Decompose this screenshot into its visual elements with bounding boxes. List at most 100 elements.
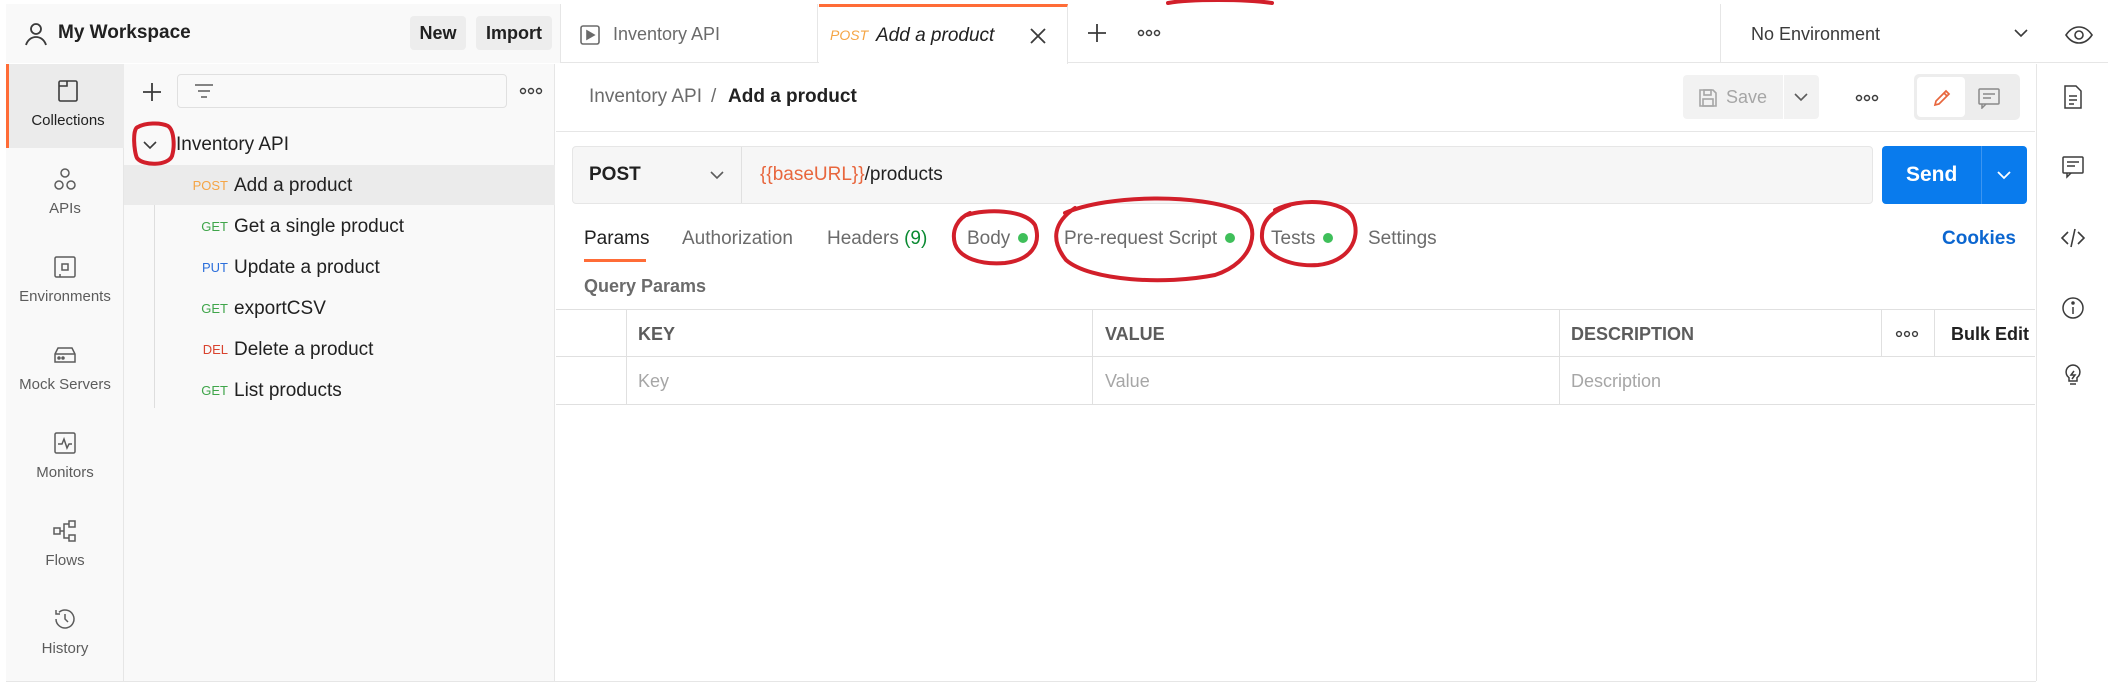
more-options-icon[interactable] <box>1854 88 1880 108</box>
tab-tests-label: Tests <box>1271 228 1316 249</box>
column-divider <box>626 310 627 405</box>
status-dot <box>1225 233 1236 243</box>
tab-inventory-api[interactable]: Inventory API <box>562 4 818 62</box>
request-item[interactable]: GET Get a single product <box>124 206 555 246</box>
key-input[interactable]: Key <box>638 371 669 392</box>
tab-authorization[interactable]: Authorization <box>682 228 793 250</box>
code-icon[interactable] <box>2060 225 2086 251</box>
value-input[interactable]: Value <box>1105 371 1150 392</box>
divider <box>1783 75 1784 119</box>
request-method: PUT <box>202 260 228 275</box>
info-icon[interactable] <box>2060 295 2086 321</box>
chevron-down-icon[interactable] <box>141 137 159 153</box>
user-icon <box>25 23 47 46</box>
tab-params[interactable]: Params <box>584 228 649 250</box>
view-mode-toggle <box>1914 74 2020 120</box>
divider <box>1981 146 1982 204</box>
more-options-icon[interactable] <box>1895 325 1919 343</box>
request-item[interactable]: DEL Delete a product <box>124 329 555 369</box>
request-method: GET <box>201 301 228 316</box>
tab-body[interactable]: Body <box>967 228 1029 250</box>
import-button[interactable]: Import <box>476 16 552 50</box>
column-header-key: KEY <box>638 324 676 344</box>
description-input[interactable]: Description <box>1571 371 1661 392</box>
window-bottom-border <box>6 681 2036 682</box>
tab-tests[interactable]: Tests <box>1271 228 1334 250</box>
comment-icon[interactable] <box>1976 87 2002 109</box>
method-select[interactable]: POST <box>573 147 742 203</box>
chevron-down-icon[interactable] <box>1996 168 2012 182</box>
documentation-icon[interactable] <box>2060 84 2086 110</box>
collection-search-input[interactable] <box>177 74 507 108</box>
rail-item-environments[interactable]: Environments <box>6 240 124 324</box>
collection-row[interactable]: Inventory API <box>124 125 555 165</box>
rail-item-collections[interactable]: Collections <box>6 64 124 148</box>
table-row: Key Value Description <box>556 357 2035 405</box>
workspace-name[interactable]: My Workspace <box>58 22 191 44</box>
breadcrumb-current[interactable]: Add a product <box>728 86 857 108</box>
more-options-icon[interactable] <box>519 81 543 101</box>
send-button[interactable]: Send <box>1882 146 2027 204</box>
url-input[interactable]: {{baseURL}}/products <box>760 164 943 186</box>
lightbulb-icon[interactable] <box>2060 362 2086 388</box>
method-label: POST <box>589 164 641 185</box>
tab-prerequest-label: Pre-request Script <box>1064 228 1218 249</box>
mock-servers-icon <box>54 347 76 363</box>
environments-icon <box>54 256 76 278</box>
chevron-down-icon <box>2014 29 2028 38</box>
tab-headers-label: Headers <box>827 228 899 249</box>
tab-body-label: Body <box>967 228 1011 249</box>
request-item[interactable]: GET List products <box>124 370 555 410</box>
status-dot <box>1323 233 1334 243</box>
breadcrumb-parent[interactable]: Inventory API <box>589 86 702 108</box>
top-bar: My Workspace New Import Inventory API PO… <box>6 4 2108 64</box>
tab-headers[interactable]: Headers (9) <box>827 228 927 250</box>
rail-label: Environments <box>19 288 111 305</box>
more-tabs-icon[interactable] <box>1136 22 1162 44</box>
eye-icon[interactable] <box>2064 24 2094 46</box>
tab-label: Inventory API <box>613 24 721 44</box>
save-button[interactable]: Save <box>1683 75 1819 119</box>
bulk-edit-button[interactable]: Bulk Edit <box>1951 324 2029 345</box>
new-tab-plus-icon[interactable] <box>1084 20 1110 46</box>
rail-item-apis[interactable]: APIs <box>6 152 124 236</box>
query-params-table: KEY VALUE DESCRIPTION Bulk Edit Key Valu… <box>556 309 2035 405</box>
rail-label: Mock Servers <box>19 376 111 393</box>
environment-label: No Environment <box>1751 24 1881 44</box>
tab-settings[interactable]: Settings <box>1368 228 1437 250</box>
active-tab-indicator <box>584 259 646 262</box>
url-bar: POST {{baseURL}}/products <box>572 146 1873 204</box>
comments-icon[interactable] <box>2060 154 2086 180</box>
rail-item-monitors[interactable]: Monitors <box>6 416 124 500</box>
column-header-description: DESCRIPTION <box>1571 324 1695 344</box>
rail-item-history[interactable]: History <box>6 592 124 676</box>
request-item[interactable]: PUT Update a product <box>124 247 555 287</box>
new-button[interactable]: New <box>410 16 466 50</box>
request-item[interactable]: GET exportCSV <box>124 288 555 328</box>
rail-item-flows[interactable]: Flows <box>6 504 124 588</box>
close-icon[interactable] <box>1026 24 1050 48</box>
column-divider <box>1092 310 1093 405</box>
rail-item-mock-servers[interactable]: Mock Servers <box>6 328 124 412</box>
column-header-value: VALUE <box>1105 324 1165 344</box>
workspace-header: My Workspace New Import <box>6 4 561 63</box>
tab-add-a-product[interactable]: POST Add a product <box>819 4 1068 64</box>
rail-label: History <box>41 640 89 657</box>
cookies-link[interactable]: Cookies <box>1942 228 2016 250</box>
request-name: Add a product <box>234 175 353 196</box>
request-name: List products <box>234 380 342 401</box>
request-method: GET <box>201 383 228 398</box>
chevron-down-icon[interactable] <box>1793 90 1809 104</box>
collections-icon <box>58 80 78 102</box>
edit-mode-button[interactable] <box>1917 77 1965 117</box>
filter-icon[interactable] <box>193 82 215 102</box>
collection-name: Inventory API <box>176 134 290 155</box>
chevron-down-icon <box>710 171 724 180</box>
request-item[interactable]: POST Add a product <box>124 165 555 205</box>
environment-selector[interactable]: No Environment <box>1720 4 2036 62</box>
tab-pre-request-script[interactable]: Pre-request Script <box>1064 228 1236 250</box>
request-tabs: Params Authorization Headers (9) Body Pr… <box>556 214 2035 264</box>
collections-sidebar: Inventory API POST Add a product GET Get… <box>124 64 555 681</box>
left-rail: Collections APIs Environments Mock Serve… <box>6 64 124 681</box>
add-collection-plus-icon[interactable] <box>140 80 164 104</box>
